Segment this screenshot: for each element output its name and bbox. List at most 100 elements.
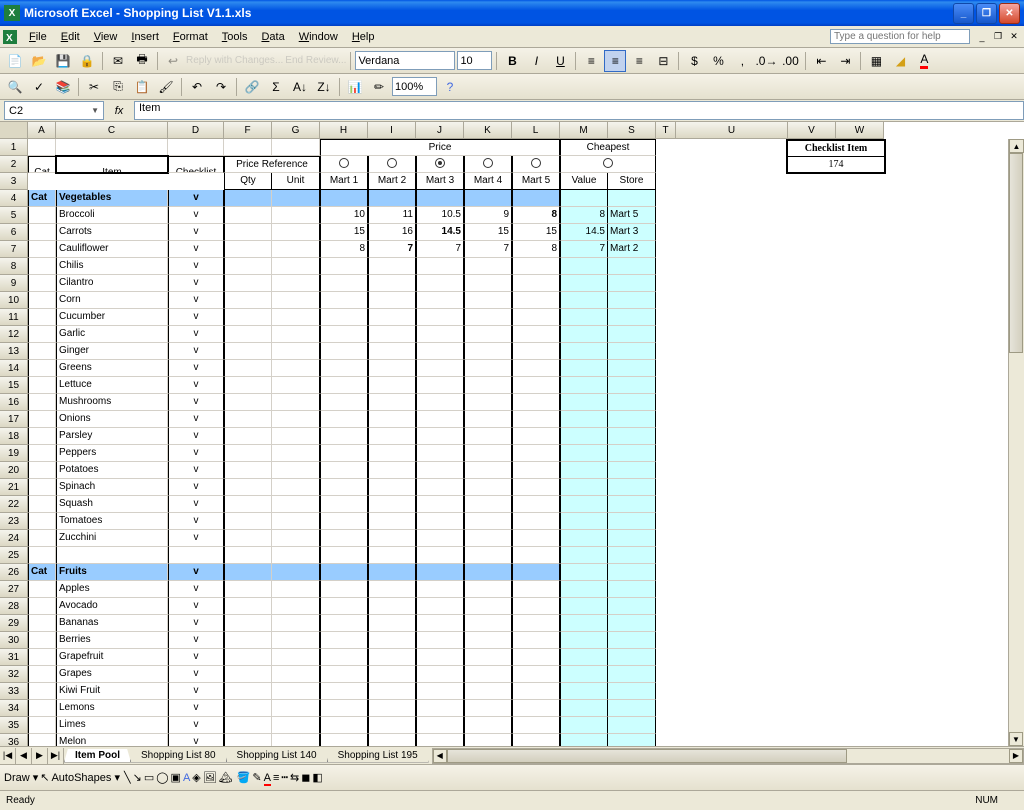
unit-cell[interactable] [272,343,320,360]
checklist-cell[interactable]: v [168,360,224,377]
unit-cell[interactable] [272,258,320,275]
open-button[interactable]: 📂 [28,50,50,72]
cell[interactable] [788,360,836,377]
help-button[interactable]: ? [439,76,461,98]
price-cell[interactable] [464,547,512,564]
price-cell[interactable] [512,496,560,513]
cell[interactable] [676,275,788,292]
checklist-cell[interactable]: v [168,377,224,394]
price-cell[interactable]: 11 [368,207,416,224]
store-cell[interactable]: Mart 3 [608,224,656,241]
picture-button[interactable]: 🏔 [219,771,233,784]
doc-minimize-button[interactable]: _ [974,30,990,44]
horizontal-scrollbar[interactable]: ◀ ▶ [432,748,1024,764]
line-color-button[interactable]: ✎ [252,771,261,784]
price-cell[interactable] [320,343,368,360]
cell[interactable] [836,343,884,360]
price-cell[interactable] [320,309,368,326]
cell[interactable] [788,411,836,428]
price-cell[interactable] [512,377,560,394]
sort-asc-button[interactable]: A↓ [289,76,311,98]
qty-cell[interactable] [224,207,272,224]
checklist-cell[interactable]: v [168,513,224,530]
cell[interactable] [788,173,836,190]
qty-cell[interactable] [224,700,272,717]
row-header[interactable]: 23 [0,513,28,530]
value-cell[interactable] [560,564,608,581]
price-cell[interactable] [368,717,416,734]
cell[interactable] [676,683,788,700]
price-cell[interactable] [512,479,560,496]
align-left-button[interactable]: ≡ [580,50,602,72]
unit-cell[interactable] [272,530,320,547]
cell[interactable] [28,394,56,411]
store-cell[interactable] [608,530,656,547]
price-cell[interactable] [512,581,560,598]
cell[interactable] [28,326,56,343]
value-cell[interactable] [560,360,608,377]
price-cell[interactable] [512,530,560,547]
store-cell[interactable] [608,326,656,343]
price-cell[interactable] [320,428,368,445]
checklist-cell[interactable]: v [168,275,224,292]
value-cell[interactable]: 7 [560,241,608,258]
research-button[interactable]: 📚 [52,76,74,98]
cell[interactable] [788,326,836,343]
price-cell[interactable] [368,734,416,746]
cell[interactable] [676,564,788,581]
cell[interactable] [836,598,884,615]
price-cell[interactable]: 8 [512,207,560,224]
unit-cell[interactable] [272,462,320,479]
price-cell[interactable] [368,275,416,292]
price-cell[interactable] [512,411,560,428]
cell[interactable] [788,683,836,700]
cell[interactable] [836,683,884,700]
price-cell[interactable]: 9 [464,207,512,224]
chart-wizard-button[interactable]: 📊 [344,76,366,98]
drawing-toggle-button[interactable]: ✏ [368,76,390,98]
item-cell[interactable]: Spinach [56,479,168,496]
value-cell[interactable] [560,326,608,343]
price-cell[interactable] [464,360,512,377]
price-cell[interactable]: 7 [368,241,416,258]
cell[interactable] [836,428,884,445]
tab-last-button[interactable]: ▶| [48,748,64,764]
price-cell[interactable] [368,683,416,700]
cell[interactable] [28,292,56,309]
price-cell[interactable] [416,394,464,411]
price-cell[interactable] [368,411,416,428]
cell[interactable] [788,666,836,683]
store-cell[interactable] [608,411,656,428]
item-cell[interactable]: Vegetables [56,190,168,207]
price-cell[interactable] [512,513,560,530]
cell[interactable] [788,598,836,615]
price-cell[interactable] [320,479,368,496]
cell[interactable] [836,275,884,292]
vertical-scrollbar[interactable]: ▲ ▼ [1008,139,1024,746]
price-cell[interactable] [464,190,512,207]
price-cell[interactable] [320,581,368,598]
checklist-cell[interactable]: v [168,258,224,275]
line-button[interactable]: ╲ [124,771,131,784]
unit-cell[interactable] [272,581,320,598]
cell[interactable] [788,241,836,258]
arrow-button[interactable]: ↘ [133,771,142,784]
cell[interactable] [676,377,788,394]
price-cell[interactable]: 7 [416,241,464,258]
qty-cell[interactable] [224,479,272,496]
cell[interactable] [28,360,56,377]
value-cell[interactable] [560,479,608,496]
price-cell[interactable] [464,581,512,598]
price-cell[interactable] [464,496,512,513]
autoshapes-menu[interactable]: AutoShapes ▾ [51,771,120,784]
price-cell[interactable] [368,428,416,445]
store-cell[interactable] [608,292,656,309]
row-header[interactable]: 25 [0,547,28,564]
checklist-cell[interactable]: v [168,564,224,581]
value-cell[interactable] [560,717,608,734]
price-cell[interactable] [416,292,464,309]
percent-button[interactable]: % [707,50,729,72]
cell[interactable] [836,564,884,581]
cell[interactable] [656,683,676,700]
price-cell[interactable] [320,411,368,428]
